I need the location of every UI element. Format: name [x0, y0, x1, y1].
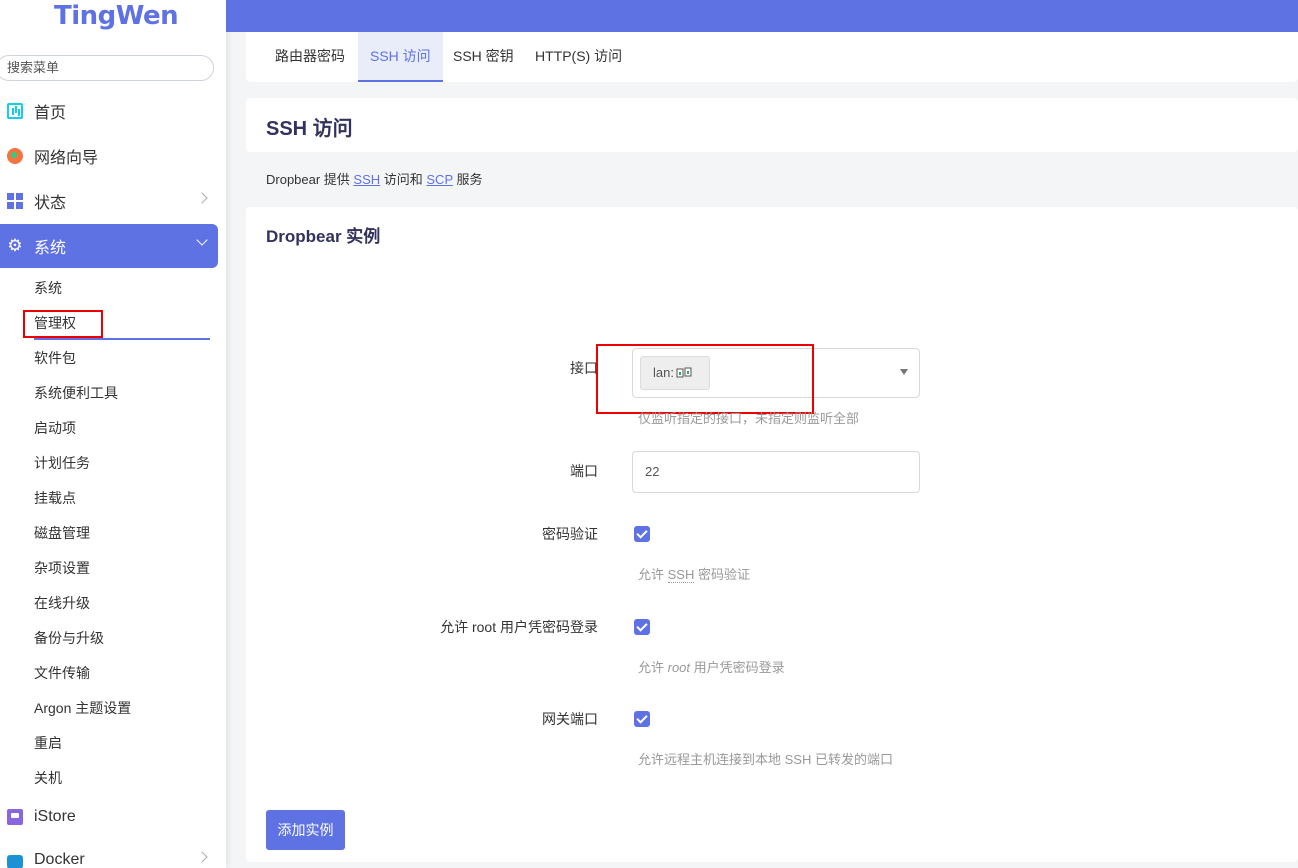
sidebar-subitem-file-transfer[interactable]: 文件传输 [34, 663, 90, 683]
tab-ssh-keys[interactable]: SSH 密钥 [441, 32, 526, 82]
password-auth-label: 密码验证 [542, 526, 598, 542]
gear-icon: ⚙ [7, 236, 23, 255]
search-menu-input[interactable]: 搜索菜单 [0, 55, 214, 81]
sidebar-item-label: 首页 [34, 105, 67, 122]
port-label: 端口 [570, 463, 598, 479]
gateway-ports-label: 网关端口 [542, 711, 598, 727]
gateway-ports-checkbox[interactable] [634, 711, 650, 727]
root-em: root [667, 660, 691, 675]
desc-text: 访问和 [380, 172, 427, 187]
desc-text: Dropbear 提供 [266, 172, 354, 187]
sidebar-subitem-misc[interactable]: 杂项设置 [34, 558, 90, 578]
docker-icon [7, 855, 23, 868]
store-icon [7, 809, 23, 825]
interface-hint: 仅监听指定的接口，未指定则监听全部 [638, 411, 860, 426]
password-auth-hint: 允许 SSH 密码验证 [638, 564, 750, 583]
highlight-box-admin [23, 310, 103, 338]
page-title-card: SSH 访问 [246, 98, 1298, 152]
sidebar-subitem-cron[interactable]: 计划任务 [34, 453, 90, 473]
desc-text: 服务 [452, 172, 483, 187]
port-input[interactable]: 22 [632, 451, 920, 493]
sidebar-item-label: 系统 [34, 240, 67, 257]
chevron-right-icon [196, 192, 208, 204]
grid-icon [7, 193, 23, 209]
top-bar [226, 0, 1298, 32]
interface-label: 接口 [570, 360, 598, 376]
sidebar-item-home[interactable]: 首页 [0, 89, 218, 133]
page-description: Dropbear 提供 SSH 访问和 SCP 服务 [266, 169, 483, 188]
ssh-link[interactable]: SSH [353, 172, 380, 187]
password-auth-checkbox[interactable] [634, 526, 650, 542]
hint-text: 用户凭密码登录 [690, 660, 785, 675]
root-login-label: 允许 root 用户凭密码登录 [440, 619, 598, 635]
globe-icon [7, 148, 23, 164]
sidebar-subitem-reboot[interactable]: 重启 [34, 733, 62, 753]
tab-ssh-access[interactable]: SSH 访问 [358, 32, 443, 82]
scp-link[interactable]: SCP [426, 172, 453, 187]
caret-down-icon [900, 369, 908, 375]
sidebar-item-status[interactable]: 状态 [0, 179, 218, 223]
section-title: Dropbear 实例 [266, 227, 381, 246]
sidebar-subitem-backup[interactable]: 备份与升级 [34, 628, 104, 648]
gateway-ports-hint: 允许远程主机连接到本地 SSH 已转发的端口 [638, 752, 893, 767]
dashboard-icon [7, 103, 23, 119]
sidebar-subitem-system[interactable]: 系统 [34, 278, 62, 298]
root-login-hint: 允许 root 用户凭密码登录 [638, 657, 785, 676]
root-login-checkbox[interactable] [634, 619, 650, 635]
tab-bar: 路由器密码 SSH 访问 SSH 密钥 HTTP(S) 访问 [246, 32, 1298, 82]
sidebar-item-network-wizard[interactable]: 网络向导 [0, 134, 218, 178]
sidebar-item-docker[interactable]: Docker [0, 838, 218, 868]
chevron-down-icon [196, 234, 208, 246]
page-title: SSH 访问 [266, 118, 353, 140]
sidebar-item-label: iStore [34, 808, 76, 825]
ssh-abbr: SSH [667, 567, 695, 583]
chevron-right-icon [196, 851, 208, 863]
sidebar-subitem-tools[interactable]: 系统便利工具 [34, 383, 118, 403]
add-instance-button[interactable]: 添加实例 [266, 810, 345, 850]
sidebar-item-label: 网络向导 [34, 150, 99, 167]
tab-http-access[interactable]: HTTP(S) 访问 [523, 32, 634, 82]
hint-text: 允许 [638, 567, 668, 582]
sidebar: TingWen 搜索菜单 首页 网络向导 状态 ⚙ 系统 系统 管理权 软件包 … [0, 0, 226, 868]
logo[interactable]: TingWen [54, 0, 179, 34]
sidebar-subitem-software[interactable]: 软件包 [34, 348, 76, 368]
sidebar-item-label: 状态 [34, 195, 67, 212]
sidebar-subitem-argon[interactable]: Argon 主题设置 [34, 698, 131, 718]
highlight-box-interface [596, 344, 814, 414]
hint-text: 密码验证 [694, 567, 750, 582]
sidebar-subitem-shutdown[interactable]: 关机 [34, 768, 62, 788]
sidebar-item-label: Docker [34, 851, 85, 868]
sidebar-subitem-online-upgrade[interactable]: 在线升级 [34, 593, 90, 613]
sidebar-item-istore[interactable]: iStore [0, 795, 218, 839]
sidebar-subitem-mounts[interactable]: 挂载点 [34, 488, 76, 508]
active-subitem-underline [34, 338, 210, 340]
tab-router-password[interactable]: 路由器密码 [263, 32, 357, 82]
hint-text: 允许 [638, 660, 668, 675]
sidebar-item-system[interactable]: ⚙ 系统 [0, 224, 218, 268]
sidebar-subitem-disk[interactable]: 磁盘管理 [34, 523, 90, 543]
sidebar-subitem-startup[interactable]: 启动项 [34, 418, 76, 438]
